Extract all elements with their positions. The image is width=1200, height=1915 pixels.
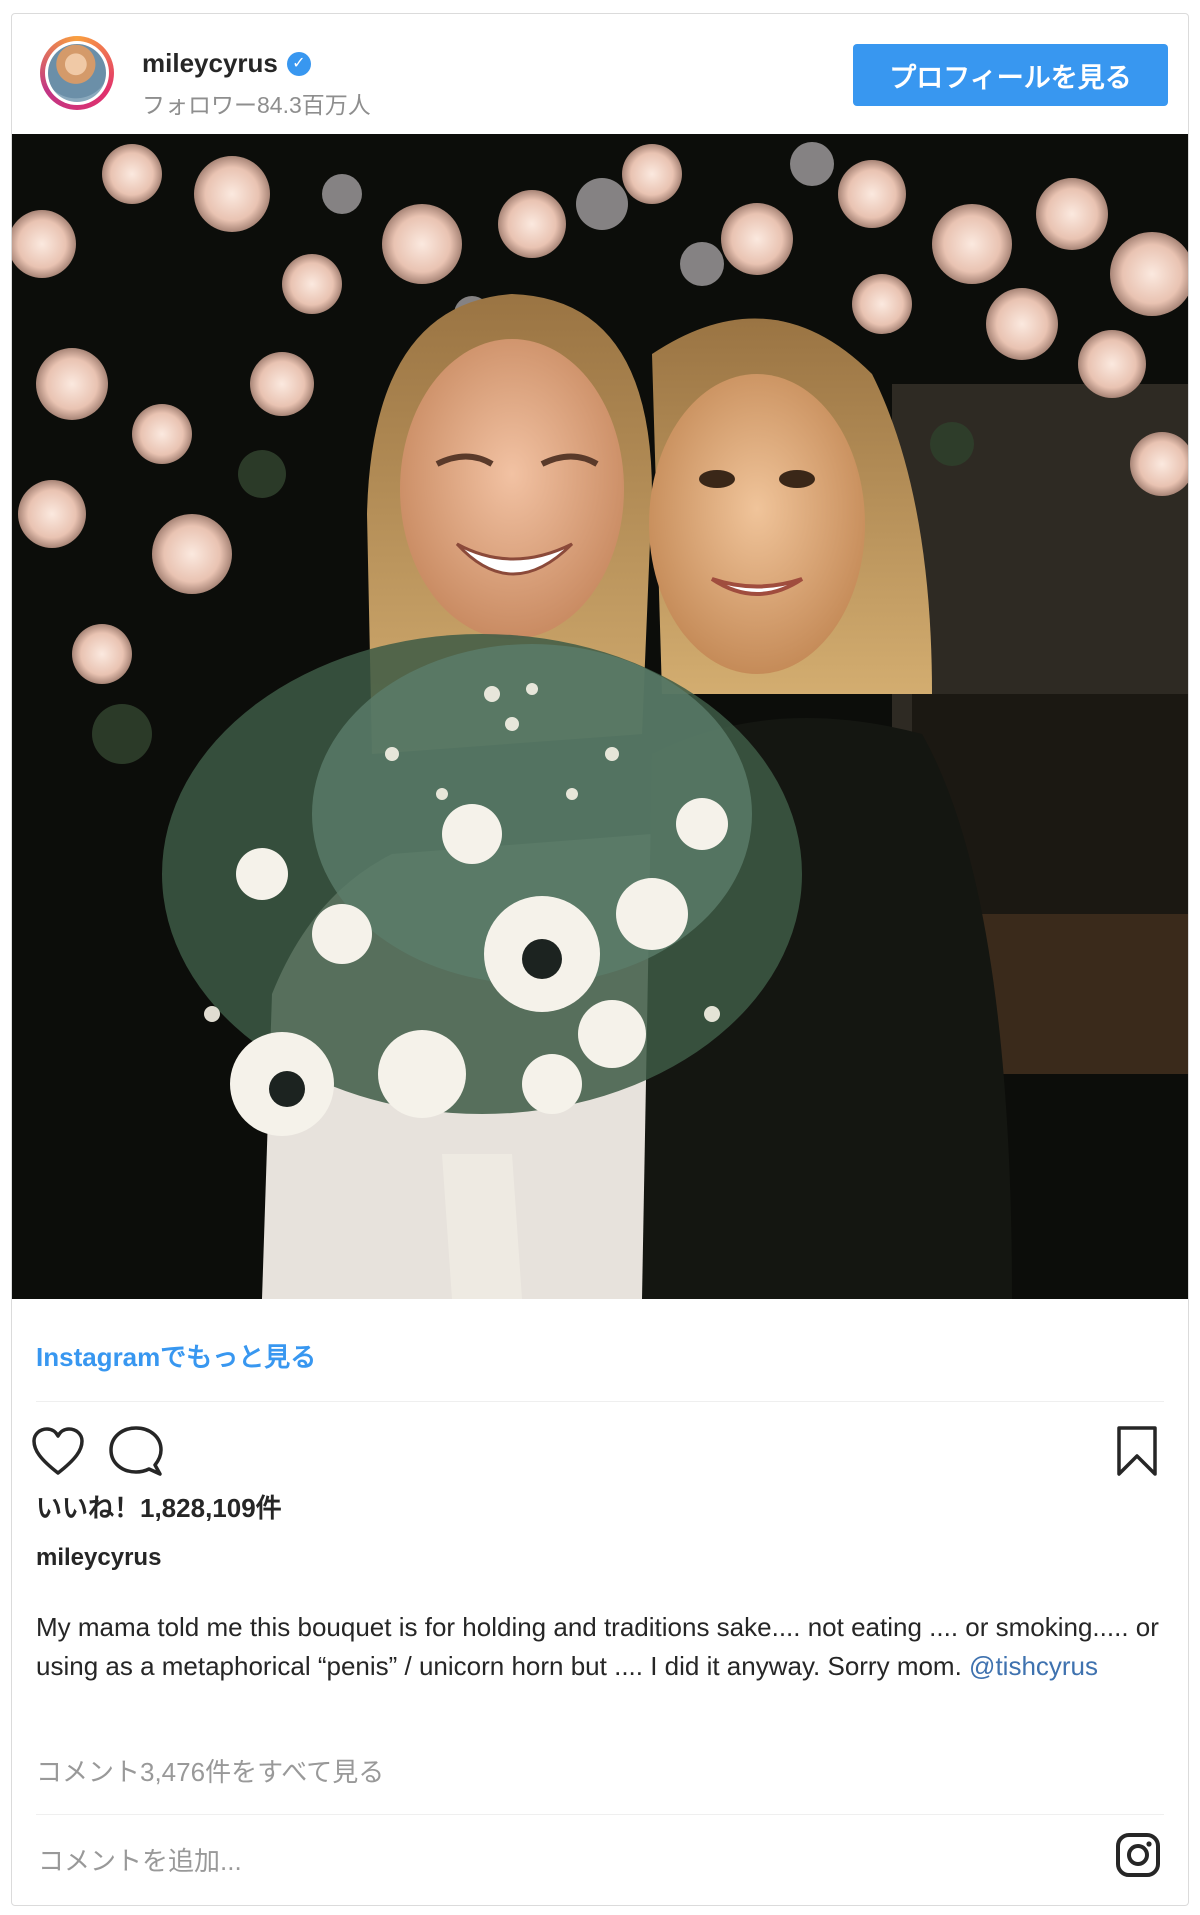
- divider: [36, 1814, 1164, 1815]
- follower-count: フォロワー84.3百万人: [142, 92, 371, 118]
- post-photo-image: [12, 134, 1188, 1299]
- comment-icon[interactable]: [108, 1424, 164, 1478]
- view-profile-button[interactable]: プロフィールを見る: [853, 44, 1168, 106]
- add-comment-input[interactable]: [36, 1840, 1040, 1882]
- post-photo[interactable]: [12, 134, 1188, 1299]
- like-count[interactable]: いいね！1,828,109件: [36, 1488, 282, 1525]
- caption: My mama told me this bouquet is for hold…: [36, 1608, 1166, 1686]
- instagram-embed-card: mileycyrus ✓ フォロワー84.3百万人 プロフィールを見る Inst…: [11, 13, 1189, 1906]
- avatar[interactable]: [40, 36, 114, 110]
- avatar-photo: [48, 44, 106, 102]
- divider: [36, 1401, 1164, 1402]
- instagram-logo-icon[interactable]: [1114, 1831, 1162, 1879]
- heart-icon[interactable]: [30, 1425, 86, 1477]
- username[interactable]: mileycyrus: [142, 48, 278, 79]
- view-more-on-instagram-link[interactable]: Instagramでもっと見る: [36, 1337, 316, 1374]
- caption-mention-link[interactable]: @tishcyrus: [969, 1651, 1098, 1681]
- username-row: mileycyrus ✓: [142, 48, 311, 79]
- post-header: mileycyrus ✓ フォロワー84.3百万人 プロフィールを見る: [12, 14, 1188, 134]
- bookmark-icon[interactable]: [1115, 1424, 1159, 1478]
- view-all-comments-link[interactable]: コメント3,476件をすべて見る: [36, 1752, 384, 1789]
- caption-username[interactable]: mileycyrus: [36, 1544, 161, 1572]
- verified-badge-icon: ✓: [286, 51, 311, 76]
